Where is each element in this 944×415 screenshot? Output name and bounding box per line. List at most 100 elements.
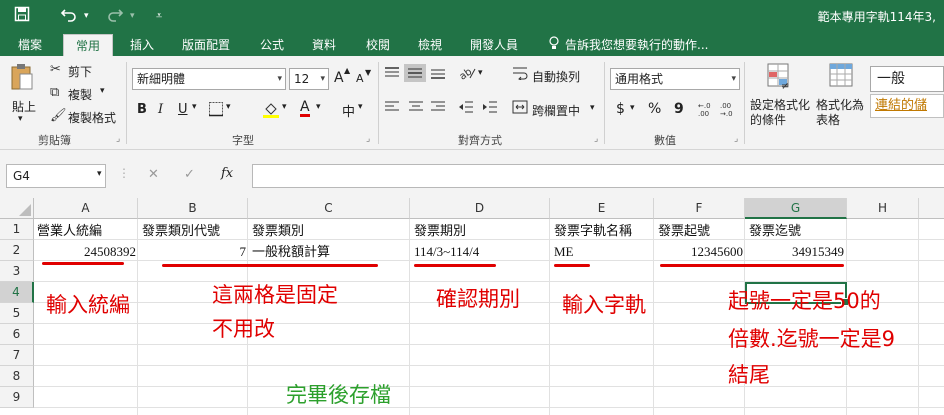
cell-a2[interactable]: 24508392 [36, 241, 136, 262]
cut-icon[interactable]: ✂ [50, 62, 61, 78]
increase-indent-icon[interactable] [482, 100, 498, 119]
cell-g1[interactable]: 發票迄號 [749, 220, 801, 241]
cell-c2[interactable]: 一般稅額計算 [252, 241, 330, 262]
phonetic-dropdown-icon[interactable]: ▾ [358, 102, 363, 112]
cell-a1[interactable]: 營業人統編 [37, 220, 102, 241]
format-as-table-icon[interactable] [828, 62, 856, 95]
align-bottom-icon[interactable] [430, 66, 446, 85]
font-name-combo[interactable]: 新細明體 ▾ [132, 68, 286, 90]
font-color-button[interactable]: A [300, 100, 310, 117]
comma-button[interactable]: 9 [674, 101, 684, 117]
redo-dropdown-icon[interactable]: ▾ [130, 6, 135, 26]
tab-view[interactable]: 檢視 [418, 36, 442, 53]
alignment-dialog-launcher-icon[interactable]: ⌟ [594, 134, 598, 144]
cell-b2[interactable]: 7 [140, 241, 247, 262]
undo-icon[interactable] [60, 6, 78, 27]
font-color-dropdown-icon[interactable]: ▾ [316, 102, 321, 112]
tab-file[interactable]: 檔案 [18, 36, 42, 53]
currency-button[interactable]: $ [616, 101, 625, 117]
orientation-dropdown-icon[interactable]: ▾ [478, 68, 483, 78]
column-header-c[interactable]: C [248, 198, 410, 219]
number-dialog-launcher-icon[interactable]: ⌟ [734, 134, 738, 144]
font-dialog-launcher-icon[interactable]: ⌟ [366, 134, 370, 144]
cell-f1[interactable]: 發票起號 [658, 220, 710, 241]
copy-icon[interactable]: ⧉ [50, 85, 59, 101]
merge-center-button[interactable]: 跨欄置中 [532, 102, 580, 119]
conditional-format-button[interactable]: 設定格式化的條件 [750, 98, 816, 128]
column-header-d[interactable]: D [410, 198, 550, 219]
orientation-icon[interactable]: ab [458, 66, 476, 85]
phonetic-button[interactable]: 中 [342, 101, 355, 120]
conditional-format-icon[interactable]: ≠ [766, 62, 794, 95]
paste-dropdown-icon[interactable]: ▾ [18, 114, 23, 124]
cancel-entry-icon[interactable]: ✕ [148, 167, 159, 182]
fill-color-icon[interactable] [262, 100, 280, 123]
align-center-icon[interactable] [408, 100, 424, 119]
cell-e2[interactable]: ME [554, 241, 574, 262]
cell-d2[interactable]: 114/3~114/4 [414, 241, 479, 262]
bold-button[interactable]: B [137, 102, 147, 117]
align-middle-icon[interactable] [404, 64, 426, 82]
row-header-2[interactable]: 2 [0, 240, 34, 261]
percent-button[interactable]: % [648, 101, 661, 117]
borders-icon[interactable] [208, 101, 224, 122]
decrease-indent-icon[interactable] [458, 100, 474, 119]
cell-d1[interactable]: 發票期別 [414, 220, 466, 241]
customize-qat-icon[interactable]: ⩡ [156, 6, 162, 26]
cell-c1[interactable]: 發票類別 [252, 220, 304, 241]
underline-dropdown-icon[interactable]: ▾ [192, 102, 197, 112]
style-normal[interactable]: 一般 [870, 66, 944, 92]
align-top-icon[interactable] [384, 66, 400, 85]
align-left-icon[interactable] [384, 100, 400, 119]
column-header-e[interactable]: E [550, 198, 654, 219]
cell-b1[interactable]: 發票類別代號 [142, 220, 220, 241]
row-header-9[interactable]: 9 [0, 387, 34, 408]
column-header-next[interactable] [919, 198, 944, 219]
tab-page-layout[interactable]: 版面配置 [182, 36, 230, 53]
name-box[interactable]: G4 [6, 164, 106, 188]
wrap-text-button[interactable]: 自動換列 [532, 68, 580, 85]
cut-button[interactable]: 剪下 [68, 63, 92, 80]
copy-dropdown-icon[interactable]: ▾ [100, 86, 105, 96]
row-header-4[interactable]: 4 [0, 282, 34, 303]
italic-button[interactable]: I [158, 102, 163, 117]
paste-icon[interactable] [10, 62, 34, 94]
cell-f2[interactable]: 12345600 [656, 241, 743, 262]
format-painter-button[interactable]: 複製格式 [68, 109, 116, 126]
save-icon[interactable] [14, 6, 30, 27]
column-header-g[interactable]: G [745, 198, 847, 219]
insert-function-icon[interactable]: fx [221, 166, 233, 181]
grow-font-button[interactable]: A [334, 70, 344, 86]
row-header-5[interactable]: 5 [0, 303, 34, 324]
tell-me-box[interactable]: 告訴我您想要執行的動作... [565, 36, 708, 53]
tab-insert[interactable]: 插入 [130, 36, 154, 53]
undo-dropdown-icon[interactable]: ▾ [84, 6, 89, 26]
row-header-1[interactable]: 1 [0, 219, 34, 240]
decrease-decimal-icon[interactable]: .00 →.0 [720, 101, 738, 123]
row-header-7[interactable]: 7 [0, 345, 34, 366]
column-header-b[interactable]: B [138, 198, 248, 219]
increase-decimal-icon[interactable]: ←.0.00 [698, 101, 716, 123]
row-header-6[interactable]: 6 [0, 324, 34, 345]
format-painter-icon[interactable]: 🖌 [50, 108, 67, 124]
column-header-f[interactable]: F [654, 198, 745, 219]
borders-dropdown-icon[interactable]: ▾ [226, 102, 231, 112]
row-header-8[interactable]: 8 [0, 366, 34, 387]
shrink-font-button[interactable]: A [356, 72, 364, 85]
tab-home[interactable]: 常用 [63, 34, 114, 56]
tab-formulas[interactable]: 公式 [260, 36, 284, 53]
number-format-combo[interactable]: 通用格式 ▾ [610, 68, 740, 90]
clipboard-dialog-launcher-icon[interactable]: ⌟ [116, 134, 120, 144]
cell-e1[interactable]: 發票字軌名稱 [554, 220, 632, 241]
fill-color-dropdown-icon[interactable]: ▾ [282, 102, 287, 112]
currency-dropdown-icon[interactable]: ▾ [630, 103, 635, 113]
paste-button[interactable]: 貼上 [12, 98, 36, 115]
formula-input[interactable] [252, 164, 944, 188]
tab-developer[interactable]: 開發人員 [470, 36, 518, 53]
underline-button[interactable]: U [178, 102, 188, 117]
tab-review[interactable]: 校閱 [366, 36, 390, 53]
wrap-text-icon[interactable] [512, 66, 528, 85]
name-box-dropdown-icon[interactable]: ▾ [97, 169, 102, 179]
style-linked-cell[interactable]: 連結的儲 [870, 94, 944, 118]
merge-dropdown-icon[interactable]: ▾ [590, 103, 595, 113]
